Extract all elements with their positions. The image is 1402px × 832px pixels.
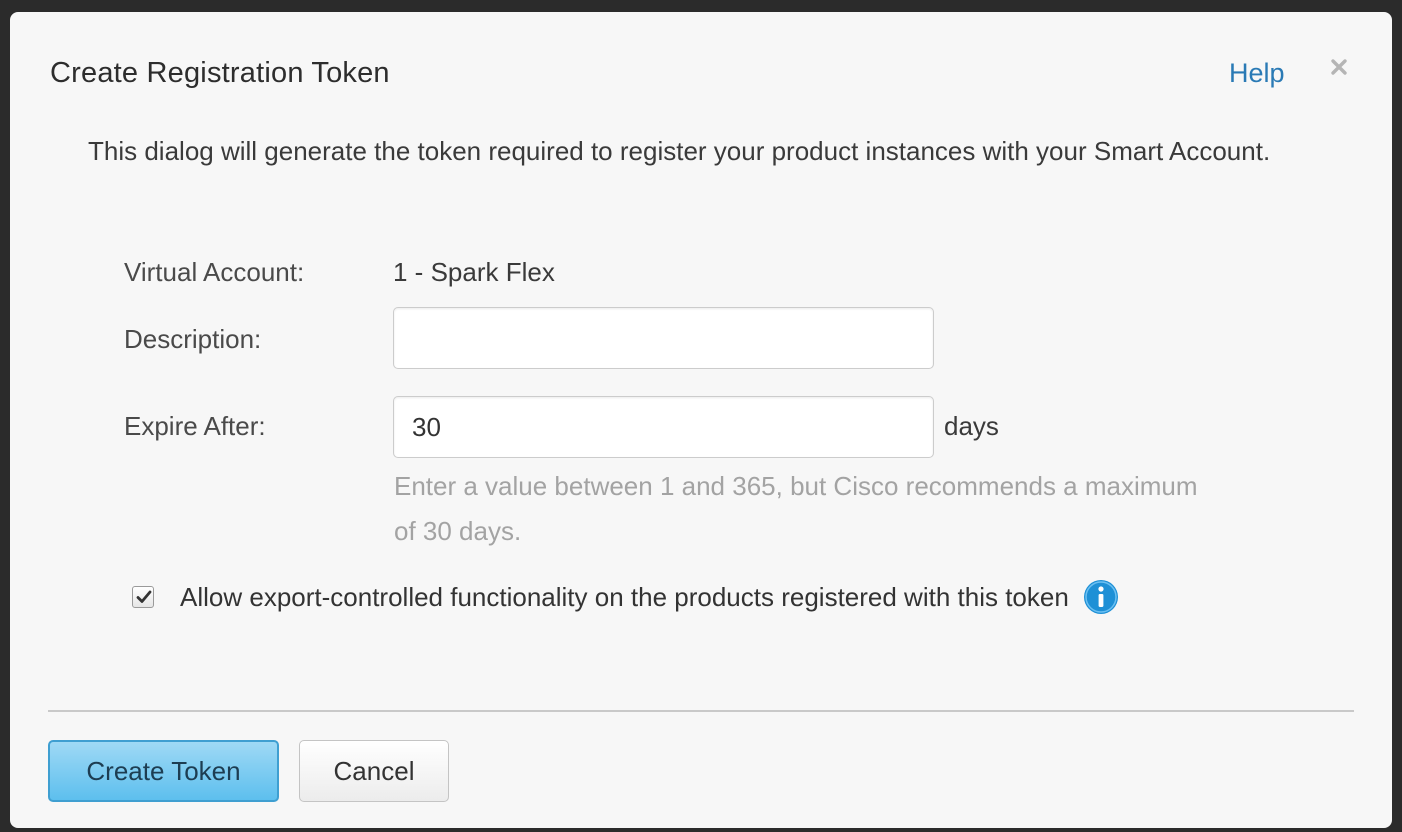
expire-after-input[interactable] xyxy=(393,396,934,458)
dialog-intro-text: This dialog will generate the token requ… xyxy=(88,136,1271,166)
cancel-button[interactable]: Cancel xyxy=(299,740,449,802)
export-controlled-label: Allow export-controlled functionality on… xyxy=(180,582,1069,612)
checkmark-icon xyxy=(136,590,152,603)
create-token-button[interactable]: Create Token xyxy=(48,740,279,802)
expire-after-label: Expire After: xyxy=(124,411,266,441)
footer-divider xyxy=(48,710,1354,712)
expire-after-unit: days xyxy=(944,411,999,441)
virtual-account-label: Virtual Account: xyxy=(124,257,305,287)
help-link[interactable]: Help xyxy=(1229,56,1285,90)
export-controlled-row: Allow export-controlled functionality on… xyxy=(132,580,1119,614)
create-registration-token-dialog: Create Registration Token Help This dial… xyxy=(10,12,1392,828)
info-icon[interactable] xyxy=(1083,579,1119,615)
description-input[interactable] xyxy=(393,307,934,369)
description-label: Description: xyxy=(124,324,262,354)
dialog-title: Create Registration Token xyxy=(50,57,390,89)
export-controlled-checkbox[interactable] xyxy=(132,586,154,608)
close-icon[interactable] xyxy=(1324,52,1354,82)
virtual-account-value: 1 - Spark Flex xyxy=(393,257,555,287)
expire-after-hint: Enter a value between 1 and 365, but Cis… xyxy=(394,471,1198,546)
